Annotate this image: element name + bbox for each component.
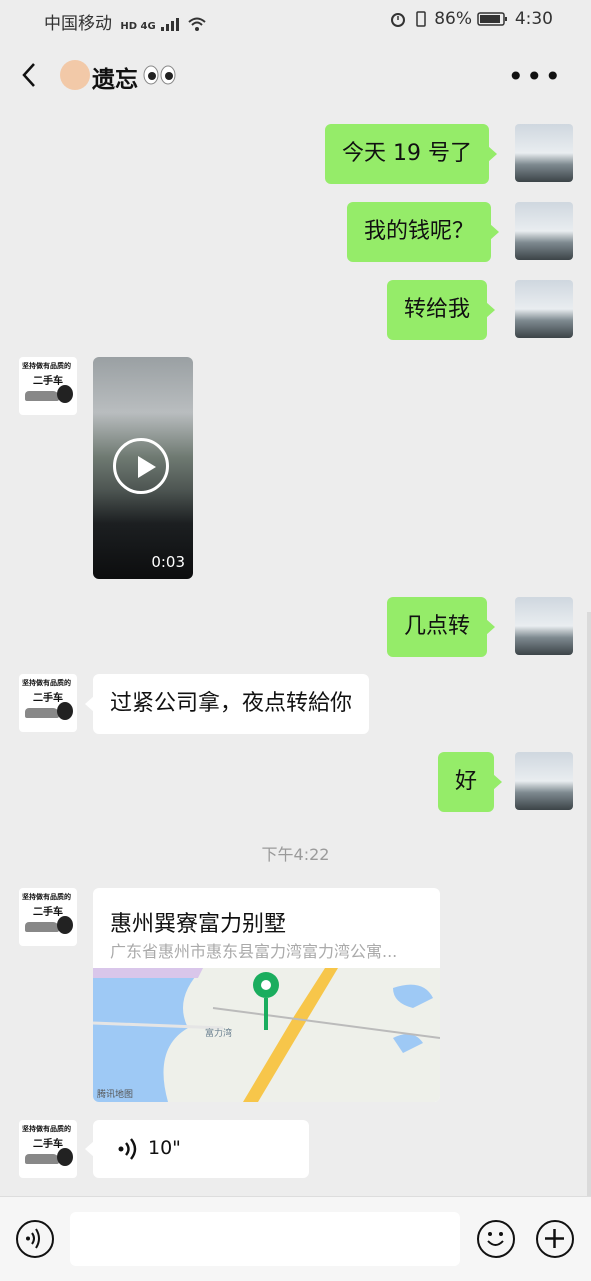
status-bar: 中国移动 HD 4G 86% 4:30 bbox=[0, 0, 591, 40]
location-address: 广东省惠州市惠东县富力湾富力湾公寓... bbox=[110, 942, 398, 961]
location-map[interactable]: 富力湾 腾讯地图 bbox=[93, 968, 440, 1102]
car-icon bbox=[25, 391, 59, 401]
contact-name[interactable]: 遗忘 bbox=[92, 60, 138, 94]
avatar-text: 二手车 bbox=[33, 376, 63, 387]
plus-icon bbox=[545, 1229, 564, 1248]
video-message[interactable]: 0:03 bbox=[93, 357, 193, 579]
avatar-text: 二手车 bbox=[33, 907, 63, 918]
input-bar bbox=[0, 1196, 591, 1281]
face-icon bbox=[57, 1148, 73, 1166]
map-provider-logo: 腾讯地图 bbox=[97, 1090, 134, 1100]
voice-input-icon bbox=[26, 1228, 40, 1249]
play-icon bbox=[138, 456, 156, 478]
back-arrow-icon[interactable] bbox=[18, 60, 42, 90]
battery-percent: 86% bbox=[434, 9, 472, 29]
status-left: 中国移动 HD 4G bbox=[44, 9, 207, 34]
emoji-icon bbox=[487, 1232, 504, 1246]
wifi-icon bbox=[187, 17, 206, 31]
voice-duration: 10" bbox=[148, 1137, 181, 1159]
alarm-icon bbox=[391, 13, 406, 27]
avatar-text: 二手车 bbox=[33, 693, 63, 704]
car-icon bbox=[25, 922, 59, 932]
face-icon bbox=[57, 916, 73, 934]
voice-message[interactable]: 10" bbox=[85, 1120, 309, 1178]
my-avatar[interactable] bbox=[515, 752, 573, 810]
voice-wave-icon bbox=[118, 1138, 137, 1160]
network-label: HD 4G bbox=[120, 21, 156, 32]
status-right: 86% 4:30 bbox=[389, 9, 553, 29]
voice-input-button[interactable] bbox=[16, 1220, 54, 1258]
scrollbar[interactable] bbox=[587, 612, 591, 1196]
chat-header: 遗忘 ••• bbox=[0, 40, 591, 112]
signal-icon bbox=[161, 18, 180, 31]
my-avatar[interactable] bbox=[515, 597, 573, 655]
battery-icon bbox=[477, 12, 508, 26]
timestamp: 下午4:22 bbox=[261, 845, 330, 864]
contact-avatar[interactable]: 坚持做有品质的 二手车 bbox=[19, 357, 77, 415]
message-bubble-sent[interactable]: 转给我 bbox=[387, 280, 496, 340]
map-label: 富力湾 bbox=[205, 1029, 233, 1039]
message-bubble-sent[interactable]: 几点转 bbox=[387, 597, 496, 657]
eyes-emoji-icon bbox=[143, 65, 176, 85]
location-title: 惠州巽寮富力别墅 bbox=[110, 912, 287, 937]
message-bubble-sent[interactable]: 我的钱呢？ bbox=[347, 202, 500, 262]
my-avatar[interactable] bbox=[515, 280, 573, 338]
car-icon bbox=[25, 1154, 59, 1164]
play-button[interactable] bbox=[113, 438, 169, 494]
carrier-label: 中国移动 bbox=[44, 14, 112, 34]
more-functions-button[interactable] bbox=[536, 1220, 574, 1258]
location-message[interactable]: 惠州巽寮富力别墅 广东省惠州市惠东县富力湾富力湾公寓... 富力湾 腾讯地图 bbox=[93, 888, 440, 1102]
message-input[interactable] bbox=[70, 1212, 460, 1266]
avatar-text: 坚持做有品质的 bbox=[22, 679, 71, 687]
avatar-text: 坚持做有品质的 bbox=[22, 362, 71, 370]
face-icon bbox=[57, 702, 73, 720]
contact-avatar[interactable]: 坚持做有品质的 二手车 bbox=[19, 1120, 77, 1178]
clock: 4:30 bbox=[514, 9, 553, 29]
face-icon bbox=[57, 385, 73, 403]
emoji-button[interactable] bbox=[477, 1220, 515, 1258]
contact-avatar[interactable]: 坚持做有品质的 二手车 bbox=[19, 674, 77, 732]
message-bubble-sent[interactable]: 今天 19 号了 bbox=[325, 124, 497, 184]
baby-emoji-icon bbox=[60, 60, 90, 90]
avatar-text: 二手车 bbox=[33, 1139, 63, 1150]
avatar-text: 坚持做有品质的 bbox=[22, 893, 71, 901]
avatar-text: 坚持做有品质的 bbox=[22, 1125, 71, 1133]
contact-avatar[interactable]: 坚持做有品质的 二手车 bbox=[19, 888, 77, 946]
message-bubble-sent[interactable]: 好 bbox=[438, 752, 503, 812]
more-options-icon[interactable]: ••• bbox=[507, 60, 563, 93]
video-duration: 0:03 bbox=[151, 553, 185, 571]
map-pin-icon bbox=[253, 972, 279, 1030]
my-avatar[interactable] bbox=[515, 124, 573, 182]
my-avatar[interactable] bbox=[515, 202, 573, 260]
message-bubble-received[interactable]: 过紧公司拿，夜点转給你 bbox=[84, 674, 370, 734]
car-icon bbox=[25, 708, 59, 718]
vibrate-icon bbox=[416, 11, 426, 27]
